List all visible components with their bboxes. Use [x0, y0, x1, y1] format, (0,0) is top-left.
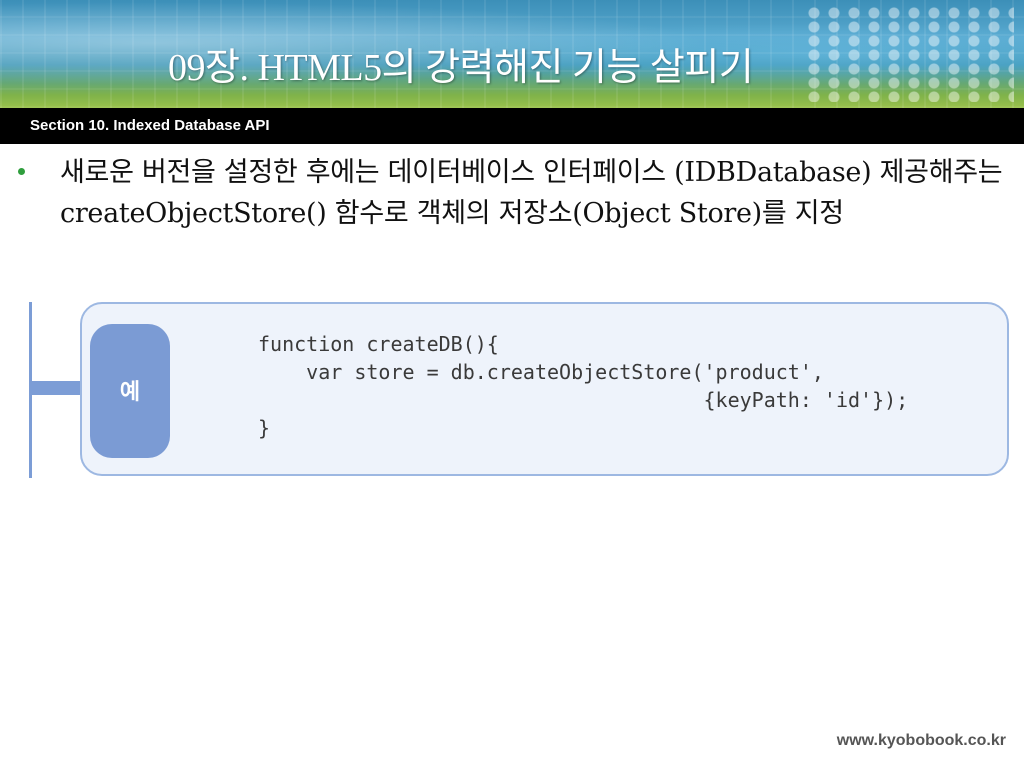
bullet-item: 새로운 버전을 설정한 후에는 데이터베이스 인터페이스 (IDBDatabas…	[18, 152, 1008, 234]
example-label: 예	[119, 380, 141, 405]
bullet-text: 새로운 버전을 설정한 후에는 데이터베이스 인터페이스 (IDBDatabas…	[60, 157, 1003, 229]
code-line: }	[258, 416, 271, 440]
example-tab: 예	[90, 324, 170, 458]
section-bar: Section 10. Indexed Database API	[0, 108, 1024, 144]
code-line: var store = db.createObjectStore('produc…	[258, 360, 824, 384]
banner-dot-pattern	[804, 6, 1014, 102]
header-banner: 09장. HTML5의 강력해진 기능 살피기	[0, 0, 1024, 108]
footer-url: www.kyobobook.co.kr	[836, 732, 1006, 749]
code-line: function createDB(){	[258, 332, 499, 356]
section-title: Section 10. Indexed Database API	[30, 117, 270, 134]
bullet-dot-icon	[18, 168, 25, 175]
page-title: 09장. HTML5의 강력해진 기능 살피기	[168, 47, 754, 89]
code-line: {keyPath: 'id'});	[258, 388, 909, 412]
code-block: function createDB(){ var store = db.crea…	[258, 330, 908, 442]
